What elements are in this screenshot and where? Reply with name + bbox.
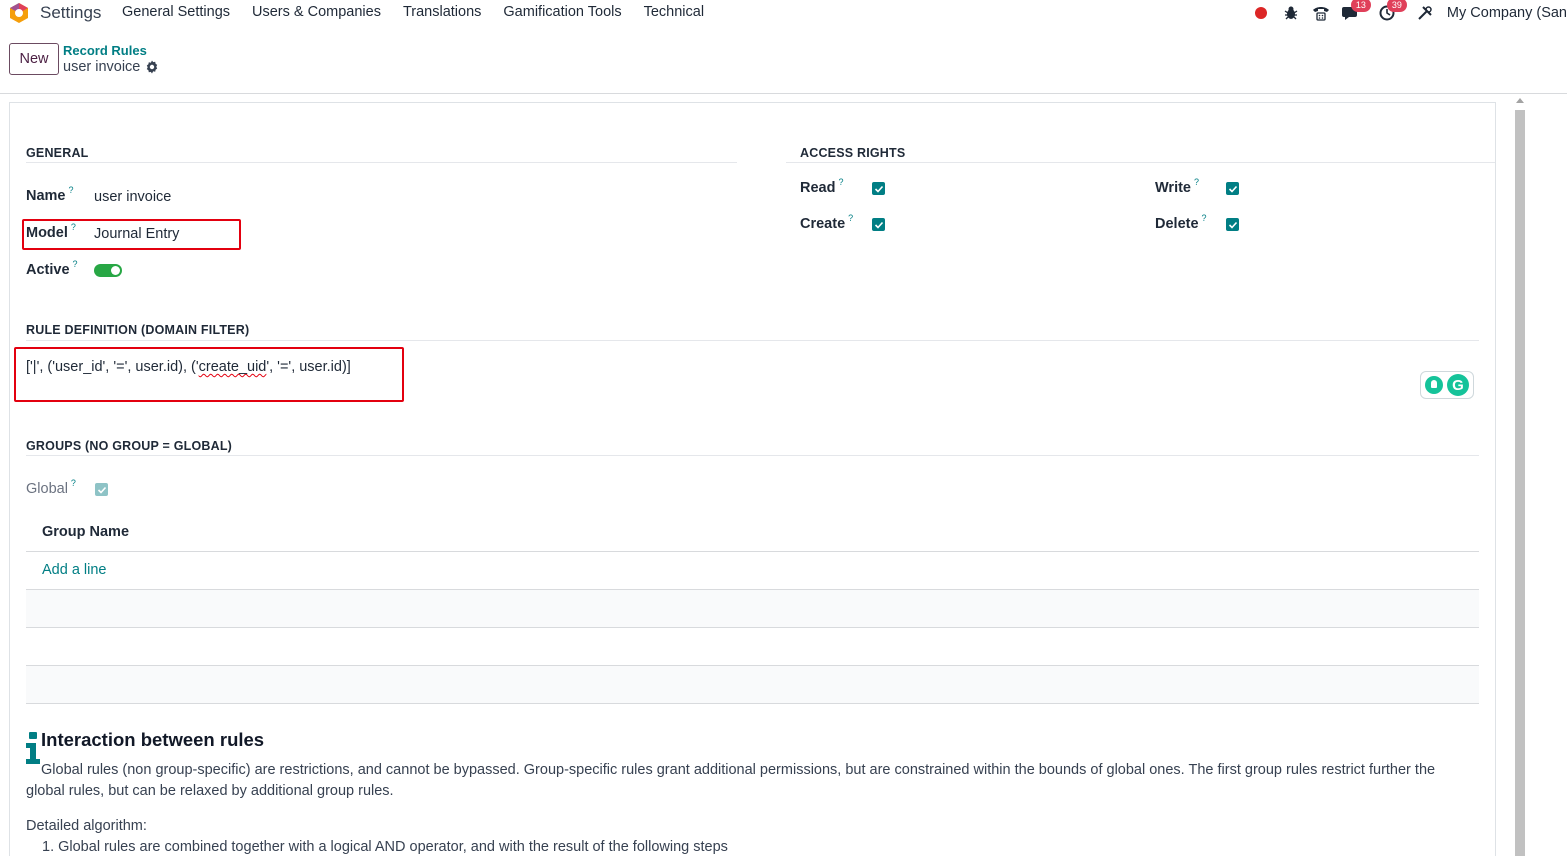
- scroll-up-arrow-icon[interactable]: [1516, 98, 1524, 103]
- main-menu: General Settings Users & Companies Trans…: [122, 4, 726, 20]
- highlight-box-domain: [14, 347, 404, 402]
- delete-label: Delete?: [1155, 213, 1207, 232]
- help-tooltip-icon[interactable]: ?: [848, 213, 853, 223]
- read-label: Read?: [800, 177, 844, 196]
- breadcrumb-current: user invoice: [63, 59, 141, 75]
- top-navbar: Settings General Settings Users & Compan…: [0, 0, 1567, 26]
- global-label: Global?: [26, 478, 76, 497]
- tools-icon[interactable]: [1415, 3, 1435, 23]
- groups-list-header: Group Name: [26, 514, 1479, 552]
- section-general-line: [26, 162, 737, 163]
- section-rule-definition-line: [26, 340, 1479, 341]
- menu-users-companies[interactable]: Users & Companies: [252, 4, 381, 20]
- company-switcher[interactable]: My Company (San: [1447, 5, 1567, 21]
- create-label: Create?: [800, 213, 854, 232]
- write-checkbox[interactable]: [1226, 182, 1239, 195]
- name-field[interactable]: user invoice: [94, 189, 171, 205]
- section-general-title: GENERAL: [26, 146, 89, 160]
- app-title[interactable]: Settings: [40, 3, 101, 23]
- section-rule-definition-title: RULE DEFINITION (DOMAIN FILTER): [26, 323, 250, 337]
- new-button[interactable]: New: [9, 43, 59, 75]
- odoo-logo-icon[interactable]: [8, 2, 30, 24]
- column-group-name[interactable]: Group Name: [42, 524, 129, 540]
- scrollbar[interactable]: [1513, 98, 1527, 856]
- control-panel-divider: [0, 93, 1567, 94]
- recording-icon[interactable]: [1251, 3, 1271, 23]
- active-toggle[interactable]: [94, 264, 122, 277]
- add-line-link[interactable]: Add a line: [42, 562, 107, 578]
- help-paragraph: Global rules (non group-specific) are re…: [26, 762, 1436, 799]
- highlight-box-model: [22, 219, 241, 250]
- activities-badge: 39: [1386, 0, 1407, 12]
- table-row: Add a line: [26, 552, 1479, 590]
- debug-bug-icon[interactable]: [1281, 3, 1301, 23]
- help-tooltip-icon[interactable]: ?: [1202, 213, 1207, 223]
- table-row: [26, 628, 1479, 666]
- activities-clock-icon[interactable]: 39: [1377, 0, 1407, 23]
- global-checkbox: [95, 483, 108, 496]
- name-label: Name?: [26, 185, 74, 204]
- section-access-rights-line: [786, 162, 1495, 163]
- read-checkbox[interactable]: [872, 182, 885, 195]
- messages-icon[interactable]: 13: [1341, 0, 1371, 23]
- lightbulb-icon[interactable]: [1425, 376, 1443, 394]
- write-label: Write?: [1155, 177, 1200, 196]
- create-checkbox[interactable]: [872, 218, 885, 231]
- messages-badge: 13: [1350, 0, 1371, 12]
- table-row: [26, 666, 1479, 704]
- gear-icon[interactable]: [145, 60, 159, 74]
- menu-technical[interactable]: Technical: [644, 4, 704, 20]
- menu-translations[interactable]: Translations: [403, 4, 481, 20]
- section-groups-title: GROUPS (NO GROUP = GLOBAL): [26, 439, 233, 453]
- active-label: Active?: [26, 259, 78, 278]
- breadcrumb-record-rules[interactable]: Record Rules: [63, 43, 147, 58]
- table-row: [26, 590, 1479, 628]
- grammarly-g-icon[interactable]: G: [1447, 374, 1469, 396]
- help-tooltip-icon[interactable]: ?: [73, 259, 78, 269]
- help-tooltip-icon[interactable]: ?: [69, 185, 74, 195]
- help-tooltip-icon[interactable]: ?: [71, 478, 76, 488]
- help-step-1: 1. Global rules are combined together wi…: [42, 839, 728, 855]
- systray: 13 39 My Company (San: [1241, 0, 1567, 26]
- help-tooltip-icon[interactable]: ?: [838, 177, 843, 187]
- section-access-rights-title: ACCESS RIGHTS: [800, 146, 906, 160]
- delete-checkbox[interactable]: [1226, 218, 1239, 231]
- scroll-thumb[interactable]: [1515, 110, 1525, 856]
- help-tooltip-icon[interactable]: ?: [1194, 177, 1199, 187]
- phone-icon[interactable]: [1311, 3, 1331, 23]
- help-title: Interaction between rules: [41, 729, 265, 750]
- help-detailed-label: Detailed algorithm:: [26, 818, 147, 834]
- menu-general-settings[interactable]: General Settings: [122, 4, 230, 20]
- grammarly-widget[interactable]: G: [1420, 371, 1474, 399]
- menu-gamification-tools[interactable]: Gamification Tools: [503, 4, 621, 20]
- section-groups-line: [26, 455, 1479, 456]
